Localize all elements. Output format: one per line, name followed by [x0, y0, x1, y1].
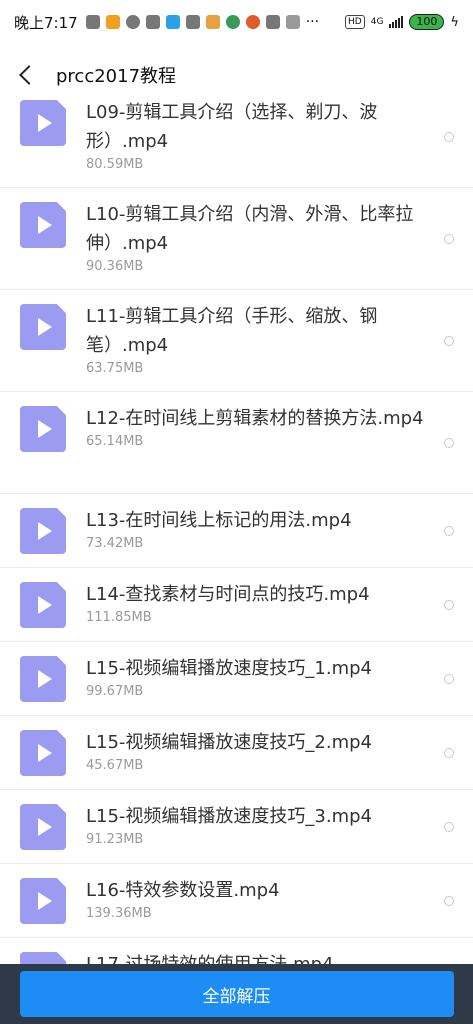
list-item[interactable]: L17-过场特效的使用方法.mp4 — [0, 938, 473, 964]
file-size: 111.85MB — [86, 610, 152, 625]
extract-all-button[interactable]: 全部解压 — [19, 971, 454, 1017]
file-name: L16-特效参数设置.mp4 — [86, 880, 280, 901]
app-icon — [105, 15, 120, 29]
video-file-icon — [20, 582, 66, 628]
list-item[interactable]: L15-视频编辑播放速度技巧_1.mp4 99.67MB — [0, 642, 473, 716]
status-right: HD 4G 100 ϟ — [345, 14, 459, 30]
video-file-icon — [20, 100, 66, 146]
list-item[interactable]: L14-查找素材与时间点的技巧.mp4 111.85MB — [0, 568, 473, 642]
file-size: 80.59MB — [86, 157, 144, 172]
elephant-icon — [125, 15, 140, 29]
file-size: 139.36MB — [86, 906, 152, 921]
select-radio[interactable] — [444, 822, 454, 832]
file-size: 91.23MB — [86, 832, 144, 847]
cat-icon — [205, 15, 220, 29]
file-size: 63.75MB — [86, 361, 144, 376]
file-name: L15-视频编辑播放速度技巧_2.mp4 — [86, 732, 373, 753]
bank-icon — [225, 15, 240, 29]
youku-icon — [165, 15, 180, 29]
translate-icon — [285, 15, 300, 29]
charging-icon: ϟ — [450, 14, 459, 30]
file-size: 45.67MB — [86, 758, 144, 773]
select-radio[interactable] — [444, 132, 454, 142]
file-name: L17-过场特效的使用方法.mp4 — [86, 950, 427, 964]
select-radio[interactable] — [444, 336, 454, 346]
file-name: L09-剪辑工具介绍（选择、剃刀、波形）.mp4 — [86, 102, 378, 152]
mi-icon-2 — [185, 15, 200, 29]
select-radio[interactable] — [444, 526, 454, 536]
file-size: 90.36MB — [86, 259, 144, 274]
mi-icon — [145, 15, 160, 29]
message-icon — [85, 15, 100, 29]
select-radio[interactable] — [444, 674, 454, 684]
video-file-icon — [20, 878, 66, 924]
taobao-icon — [245, 15, 260, 29]
notification-icons: ··· — [85, 14, 345, 30]
file-size: 99.67MB — [86, 684, 144, 699]
file-name: L12-在时间线上剪辑素材的替换方法.mp4 — [86, 408, 424, 429]
select-radio[interactable] — [444, 896, 454, 906]
video-file-icon — [20, 656, 66, 702]
video-file-icon — [20, 406, 66, 452]
signal-icon — [389, 16, 404, 28]
select-radio[interactable] — [444, 438, 454, 448]
list-item[interactable]: L09-剪辑工具介绍（选择、剃刀、波形）.mp4 80.59MB — [0, 100, 473, 188]
file-list[interactable]: L09-剪辑工具介绍（选择、剃刀、波形）.mp4 80.59MB L10-剪辑工… — [0, 100, 473, 964]
file-name: L14-查找素材与时间点的技巧.mp4 — [86, 584, 370, 605]
list-item[interactable]: L10-剪辑工具介绍（内滑、外滑、比率拉伸）.mp4 90.36MB — [0, 188, 473, 290]
file-size: 65.14MB — [86, 434, 144, 449]
bottom-action-bar: 全部解压 — [0, 964, 473, 1024]
file-name: L13-在时间线上标记的用法.mp4 — [86, 510, 352, 531]
list-item[interactable]: L16-特效参数设置.mp4 139.36MB — [0, 864, 473, 938]
select-radio[interactable] — [444, 234, 454, 244]
select-radio[interactable] — [444, 600, 454, 610]
video-file-icon — [20, 304, 66, 350]
video-file-icon — [20, 508, 66, 554]
video-file-icon — [20, 804, 66, 850]
list-item[interactable]: L11-剪辑工具介绍（手形、缩放、钢笔）.mp4 63.75MB — [0, 290, 473, 392]
toutiao-icon — [265, 15, 280, 29]
back-arrow-icon[interactable] — [19, 65, 39, 85]
video-file-icon — [20, 730, 66, 776]
video-file-icon — [20, 202, 66, 248]
more-icon: ··· — [305, 14, 320, 30]
hd-badge: HD — [345, 15, 365, 29]
page-title: prcc2017教程 — [56, 66, 177, 87]
video-file-icon — [20, 952, 66, 964]
list-item[interactable]: L13-在时间线上标记的用法.mp4 73.42MB — [0, 494, 473, 568]
battery-icon: 100 — [409, 14, 445, 30]
list-item[interactable]: L12-在时间线上剪辑素材的替换方法.mp4 65.14MB — [0, 392, 473, 494]
file-name: L11-剪辑工具介绍（手形、缩放、钢笔）.mp4 — [86, 306, 378, 356]
file-name: L15-视频编辑播放速度技巧_3.mp4 — [86, 806, 373, 827]
list-item[interactable]: L15-视频编辑播放速度技巧_2.mp4 45.67MB — [0, 716, 473, 790]
list-item[interactable]: L15-视频编辑播放速度技巧_3.mp4 91.23MB — [0, 790, 473, 864]
file-size: 73.42MB — [86, 536, 144, 551]
network-type: 4G — [370, 16, 384, 27]
status-bar: 晚上7:17 ··· HD 4G 100 ϟ — [0, 0, 473, 44]
app-header: prcc2017教程 — [0, 50, 473, 100]
file-name: L10-剪辑工具介绍（内滑、外滑、比率拉伸）.mp4 — [86, 204, 414, 254]
file-name: L15-视频编辑播放速度技巧_1.mp4 — [86, 658, 373, 679]
select-radio[interactable] — [444, 748, 454, 758]
status-time: 晚上7:17 — [14, 13, 78, 32]
